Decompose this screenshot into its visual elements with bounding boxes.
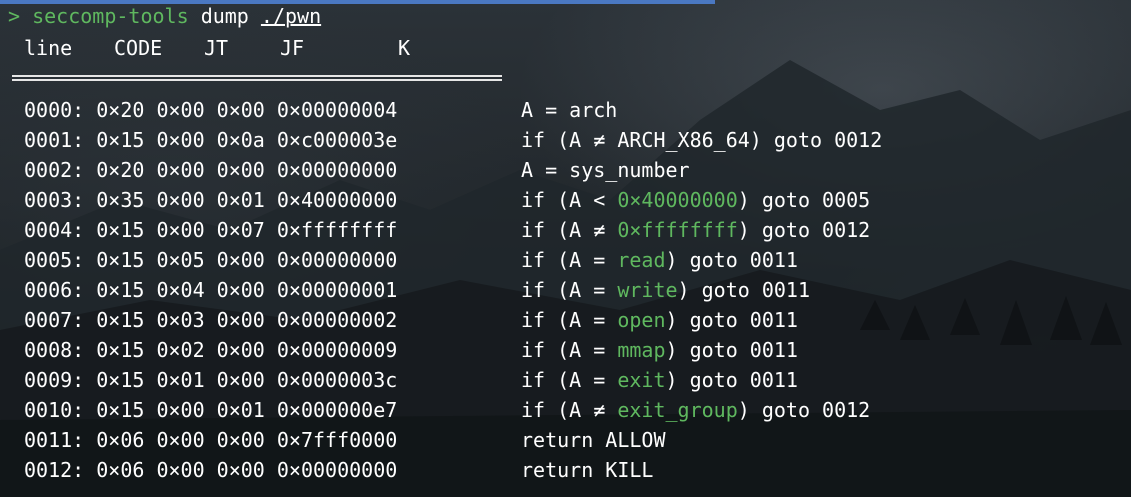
instruction-bytes: 0008: 0×15 0×02 0×00 0×00000009 (24, 338, 398, 362)
pseudo-code-prefix: if (A = (521, 248, 618, 272)
filter-row: 0009: 0×15 0×01 0×00 0×0000003c if (A = … (24, 365, 798, 395)
filter-row: 0000: 0×20 0×00 0×00 0×00000004 A = arch (24, 95, 617, 125)
column-header-line: line (24, 36, 73, 60)
filter-row: 0008: 0×15 0×02 0×00 0×00000009 if (A = … (24, 335, 798, 365)
pseudo-code-highlight: 0×ffffffff (617, 218, 738, 242)
pseudo-code-prefix: if (A = (521, 368, 618, 392)
filter-row: 0005: 0×15 0×05 0×00 0×00000000 if (A = … (24, 245, 798, 275)
terminal-window[interactable]: > seccomp-tools dump ./pwn line CODE JT … (0, 0, 1131, 497)
pseudo-code-suffix: ) goto 0011 (677, 278, 810, 302)
pseudo-code-suffix: ) goto 0011 (665, 368, 798, 392)
pseudo-code-highlight: exit (617, 368, 666, 392)
pseudo-code-suffix: ) goto 0011 (665, 248, 798, 272)
instruction-bytes: 0012: 0×06 0×00 0×00 0×00000000 (24, 458, 398, 482)
command-path-link[interactable]: ./pwn (261, 4, 321, 28)
filter-row: 0004: 0×15 0×00 0×07 0×ffffffff if (A ≠ … (24, 215, 870, 245)
filter-row: 0011: 0×06 0×00 0×00 0×7fff0000 return A… (24, 425, 666, 455)
instruction-bytes: 0009: 0×15 0×01 0×00 0×0000003c (24, 368, 398, 392)
instruction-bytes: 0000: 0×20 0×00 0×00 0×00000004 (24, 98, 398, 122)
pseudo-code-suffix: ) goto 0012 (737, 218, 871, 242)
instruction-bytes: 0010: 0×15 0×00 0×01 0×000000e7 (24, 398, 398, 422)
pseudo-code-prefix: if (A = (521, 308, 618, 332)
pseudo-code-prefix: A = arch (521, 98, 618, 122)
filter-row: 0007: 0×15 0×03 0×00 0×00000002 if (A = … (24, 305, 798, 335)
filter-row: 0003: 0×35 0×00 0×01 0×40000000 if (A < … (24, 185, 870, 215)
pseudo-code-suffix: ) goto 0011 (665, 338, 798, 362)
pseudo-code-prefix: if (A ≠ (521, 398, 618, 422)
instruction-bytes: 0011: 0×06 0×00 0×00 0×7fff0000 (24, 428, 398, 452)
column-header-row: line CODE JT JF K (24, 34, 410, 62)
instruction-bytes: 0001: 0×15 0×00 0×0a 0×c000003e (24, 128, 398, 152)
pseudo-code-highlight: mmap (617, 338, 666, 362)
pseudo-code-highlight: exit_group (617, 398, 738, 422)
filter-row: 0001: 0×15 0×00 0×0a 0×c000003e if (A ≠ … (24, 125, 882, 155)
pseudo-code: return KILL (521, 455, 653, 485)
pseudo-code-suffix: ) goto 0011 (665, 308, 798, 332)
pseudo-code: if (A = read) goto 0011 (521, 245, 798, 275)
column-header-k: K (398, 36, 411, 60)
instruction-bytes: 0007: 0×15 0×03 0×00 0×00000002 (24, 308, 398, 332)
filter-row: 0006: 0×15 0×04 0×00 0×00000001 if (A = … (24, 275, 810, 305)
pseudo-code-prefix: return KILL (521, 458, 654, 482)
pseudo-code-suffix: ) goto 0012 (737, 398, 871, 422)
terminal-output: > seccomp-tools dump ./pwn line CODE JT … (0, 0, 1131, 497)
command-subcommand: dump (200, 4, 249, 28)
prompt-symbol: > (8, 4, 21, 28)
pseudo-code: return ALLOW (521, 425, 666, 455)
pseudo-code-highlight: read (617, 248, 666, 272)
pseudo-code-suffix: ) goto 0005 (737, 188, 871, 212)
command-prompt-line: > seccomp-tools dump ./pwn (8, 3, 321, 29)
pseudo-code: if (A = open) goto 0011 (521, 305, 798, 335)
pseudo-code: if (A = write) goto 0011 (521, 275, 810, 305)
column-header-code: CODE (114, 36, 163, 60)
pseudo-code-prefix: if (A ≠ ARCH_X86_64) goto 0012 (521, 128, 883, 152)
pseudo-code-prefix: return ALLOW (521, 428, 666, 452)
column-header-jf: JF (280, 36, 305, 60)
pseudo-code: if (A ≠ 0×ffffffff) goto 0012 (521, 215, 870, 245)
pseudo-code-highlight: write (617, 278, 678, 302)
pseudo-code: if (A < 0×40000000) goto 0005 (521, 185, 870, 215)
filter-table: 0000: 0×20 0×00 0×00 0×00000004 A = arch… (24, 95, 882, 485)
command-tool: seccomp-tools (32, 4, 189, 28)
header-separator (12, 75, 502, 81)
pseudo-code-prefix: A = sys_number (521, 158, 690, 182)
instruction-bytes: 0003: 0×35 0×00 0×01 0×40000000 (24, 188, 398, 212)
filter-row: 0002: 0×20 0×00 0×00 0×00000000 A = sys_… (24, 155, 690, 185)
instruction-bytes: 0002: 0×20 0×00 0×00 0×00000000 (24, 158, 398, 182)
filter-row: 0012: 0×06 0×00 0×00 0×00000000 return K… (24, 455, 653, 485)
instruction-bytes: 0005: 0×15 0×05 0×00 0×00000000 (24, 248, 398, 272)
pseudo-code-prefix: if (A < (521, 188, 618, 212)
filter-row: 0010: 0×15 0×00 0×01 0×000000e7 if (A ≠ … (24, 395, 870, 425)
column-header-jt: JT (204, 36, 229, 60)
pseudo-code-prefix: if (A ≠ (521, 218, 618, 242)
pseudo-code-highlight: 0×40000000 (617, 188, 738, 212)
pseudo-code: if (A ≠ ARCH_X86_64) goto 0012 (521, 125, 882, 155)
pseudo-code: A = arch (521, 95, 617, 125)
pseudo-code: if (A ≠ exit_group) goto 0012 (521, 395, 870, 425)
pseudo-code: A = sys_number (521, 155, 690, 185)
pseudo-code-highlight: open (617, 308, 666, 332)
instruction-bytes: 0006: 0×15 0×04 0×00 0×00000001 (24, 278, 398, 302)
pseudo-code-prefix: if (A = (521, 338, 618, 362)
pseudo-code: if (A = exit) goto 0011 (521, 365, 798, 395)
pseudo-code-prefix: if (A = (521, 278, 618, 302)
instruction-bytes: 0004: 0×15 0×00 0×07 0×ffffffff (24, 218, 398, 242)
pseudo-code: if (A = mmap) goto 0011 (521, 335, 798, 365)
